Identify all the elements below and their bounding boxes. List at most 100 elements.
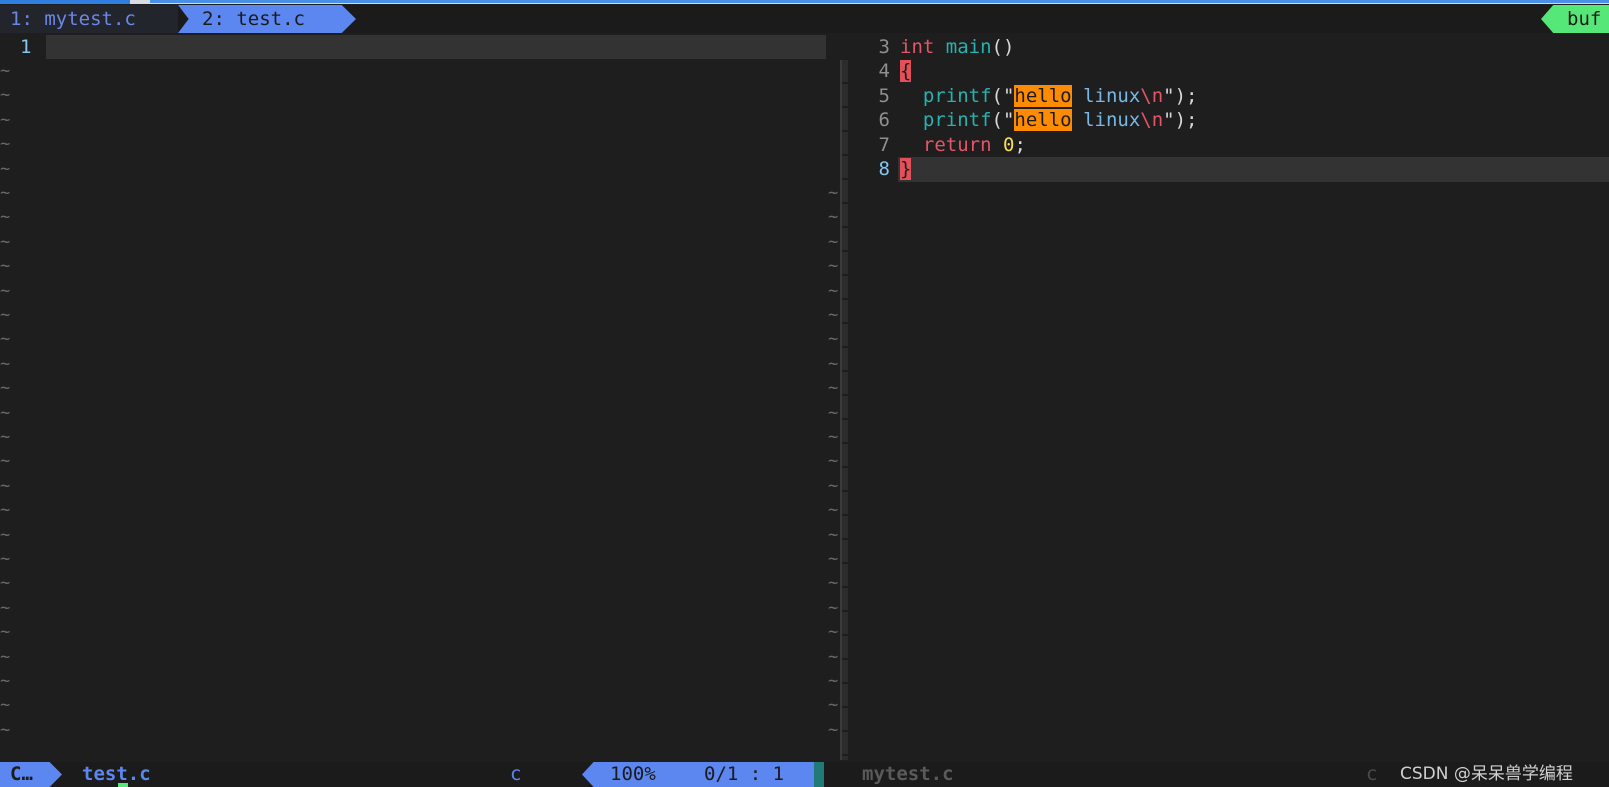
empty-line-marker: ~ — [828, 695, 839, 716]
empty-line-marker: ~ — [0, 646, 11, 667]
code-token: printf — [922, 84, 992, 107]
code-token: (" — [991, 84, 1015, 107]
cursor-indicator — [118, 783, 128, 787]
empty-line-marker: ~ — [0, 427, 11, 447]
empty-line-marker: ~ — [0, 231, 11, 252]
buffer-indicator: buf — [1541, 5, 1609, 33]
empty-line-marker: ~ — [828, 329, 839, 350]
window-top-accent-line — [150, 0, 1609, 3]
code-token: linux — [1071, 109, 1141, 132]
empty-line-marker: ~ — [0, 109, 11, 130]
status-filetype: c — [510, 763, 522, 785]
empty-line-marker: ~ — [0, 207, 11, 228]
empty-line-marker: ~ — [0, 280, 11, 301]
empty-line-marker: ~ — [0, 183, 11, 203]
tabline: 1: mytest.c 2: test.c buf — [0, 5, 1609, 33]
inactive-status-filename: mytest.c — [862, 763, 954, 785]
empty-line-marker: ~ — [828, 622, 839, 643]
right-editor-window[interactable]: 3 int main() 4{5 printf("hello linux\n"); 6… — [828, 33, 1609, 760]
cursor-line — [46, 35, 826, 59]
empty-line-marker: ~ — [0, 134, 11, 155]
line-number: 1 — [20, 36, 32, 58]
status-position-block: 100% 0/1 : 1 — [582, 762, 814, 787]
empty-line-marker: ~ — [0, 475, 11, 496]
empty-line-marker: ~ — [828, 378, 839, 399]
code-token: { — [900, 60, 912, 83]
empty-line-marker: ~ — [828, 475, 839, 496]
code-line: 3 int main() — [850, 35, 1015, 59]
empty-line-marker: ~ — [828, 597, 839, 618]
code-token: "); — [1163, 84, 1198, 107]
code-token: main — [945, 36, 992, 58]
empty-line-marker: ~ — [828, 500, 839, 521]
code-token: (" — [991, 109, 1015, 132]
empty-line-marker: ~ — [0, 378, 11, 399]
window-top-accent — [0, 0, 130, 4]
code-line: 5 printf("hello linux\n"); — [850, 84, 1197, 108]
empty-line-marker: ~ — [0, 305, 11, 325]
status-cursor-position: 0/1 : 1 — [704, 763, 785, 785]
empty-line-marker: ~ — [828, 524, 839, 545]
empty-line-marker: ~ — [0, 500, 11, 521]
code-token: 0 — [1002, 133, 1015, 156]
empty-line-marker: ~ — [828, 305, 839, 325]
line-number: 8 — [878, 158, 890, 180]
cursor-line — [898, 157, 1609, 182]
inactive-status-filetype: c — [1366, 763, 1378, 785]
empty-line-marker: ~ — [0, 256, 11, 277]
empty-line-marker: ~ — [0, 549, 11, 569]
empty-line-marker: ~ — [828, 427, 839, 447]
status-percent: 100% — [610, 763, 656, 785]
empty-line-marker: ~ — [0, 61, 11, 81]
vertical-split-separator[interactable] — [840, 60, 848, 760]
empty-line-marker: ~ — [828, 573, 839, 594]
code-line: 8} — [850, 157, 912, 181]
status-tail-block — [814, 762, 824, 787]
code-token: linux — [1071, 84, 1141, 107]
empty-line-marker: ~ — [0, 622, 11, 643]
empty-line-marker: ~ — [0, 158, 11, 179]
code-token: int — [900, 36, 935, 58]
empty-line-marker: ~ — [0, 451, 11, 472]
empty-line-marker: ~ — [828, 183, 839, 203]
empty-line-marker: ~ — [828, 719, 839, 740]
status-filename: test.c — [82, 763, 151, 785]
empty-line-marker: ~ — [828, 280, 839, 301]
watermark: CSDN @呆呆兽学编程 — [1400, 764, 1573, 784]
empty-line-marker: ~ — [0, 695, 11, 716]
code-token: printf — [922, 109, 992, 132]
code-token: ; — [1014, 133, 1026, 156]
status-line: C… test.c c 100% 0/1 : 1 mytest.c c CSDN… — [0, 762, 1609, 787]
empty-line-marker: ~ — [0, 524, 11, 545]
tab-test[interactable]: 2: test.c — [178, 5, 356, 33]
code-token: } — [900, 158, 912, 180]
line-number: 6 — [878, 109, 890, 132]
empty-line-marker: ~ — [0, 671, 11, 691]
line-number: 5 — [878, 84, 890, 107]
empty-line-marker: ~ — [0, 573, 11, 594]
empty-line-marker: ~ — [828, 353, 839, 374]
code-token: "); — [1163, 109, 1198, 132]
code-line: 7 return 0; — [850, 133, 1026, 157]
empty-line-marker: ~ — [0, 402, 11, 423]
empty-line-marker: ~ — [828, 231, 839, 252]
code-token: return — [922, 133, 992, 156]
code-token: hello — [1014, 84, 1072, 107]
code-line: 4{ — [850, 59, 912, 83]
tab-mytest[interactable]: 1: mytest.c — [0, 5, 178, 33]
empty-line-marker: ~ — [828, 402, 839, 423]
line-number: 4 — [878, 60, 890, 83]
empty-line-marker: ~ — [828, 451, 839, 472]
line-number: 3 — [878, 36, 890, 58]
empty-line-marker: ~ — [0, 353, 11, 374]
code-token: hello — [1014, 109, 1072, 132]
empty-line-marker: ~ — [0, 85, 11, 106]
mode-indicator: C… — [0, 762, 62, 787]
left-editor-window[interactable]: 1 ~ ~ ~ ~ ~ ~ ~ ~ ~ ~ ~ ~ ~ ~ ~ ~ ~ ~ ~ ~ ~ ~ ~ ~ ~ ~ ~ ~ — [0, 33, 828, 760]
empty-line-marker: ~ — [828, 549, 839, 569]
